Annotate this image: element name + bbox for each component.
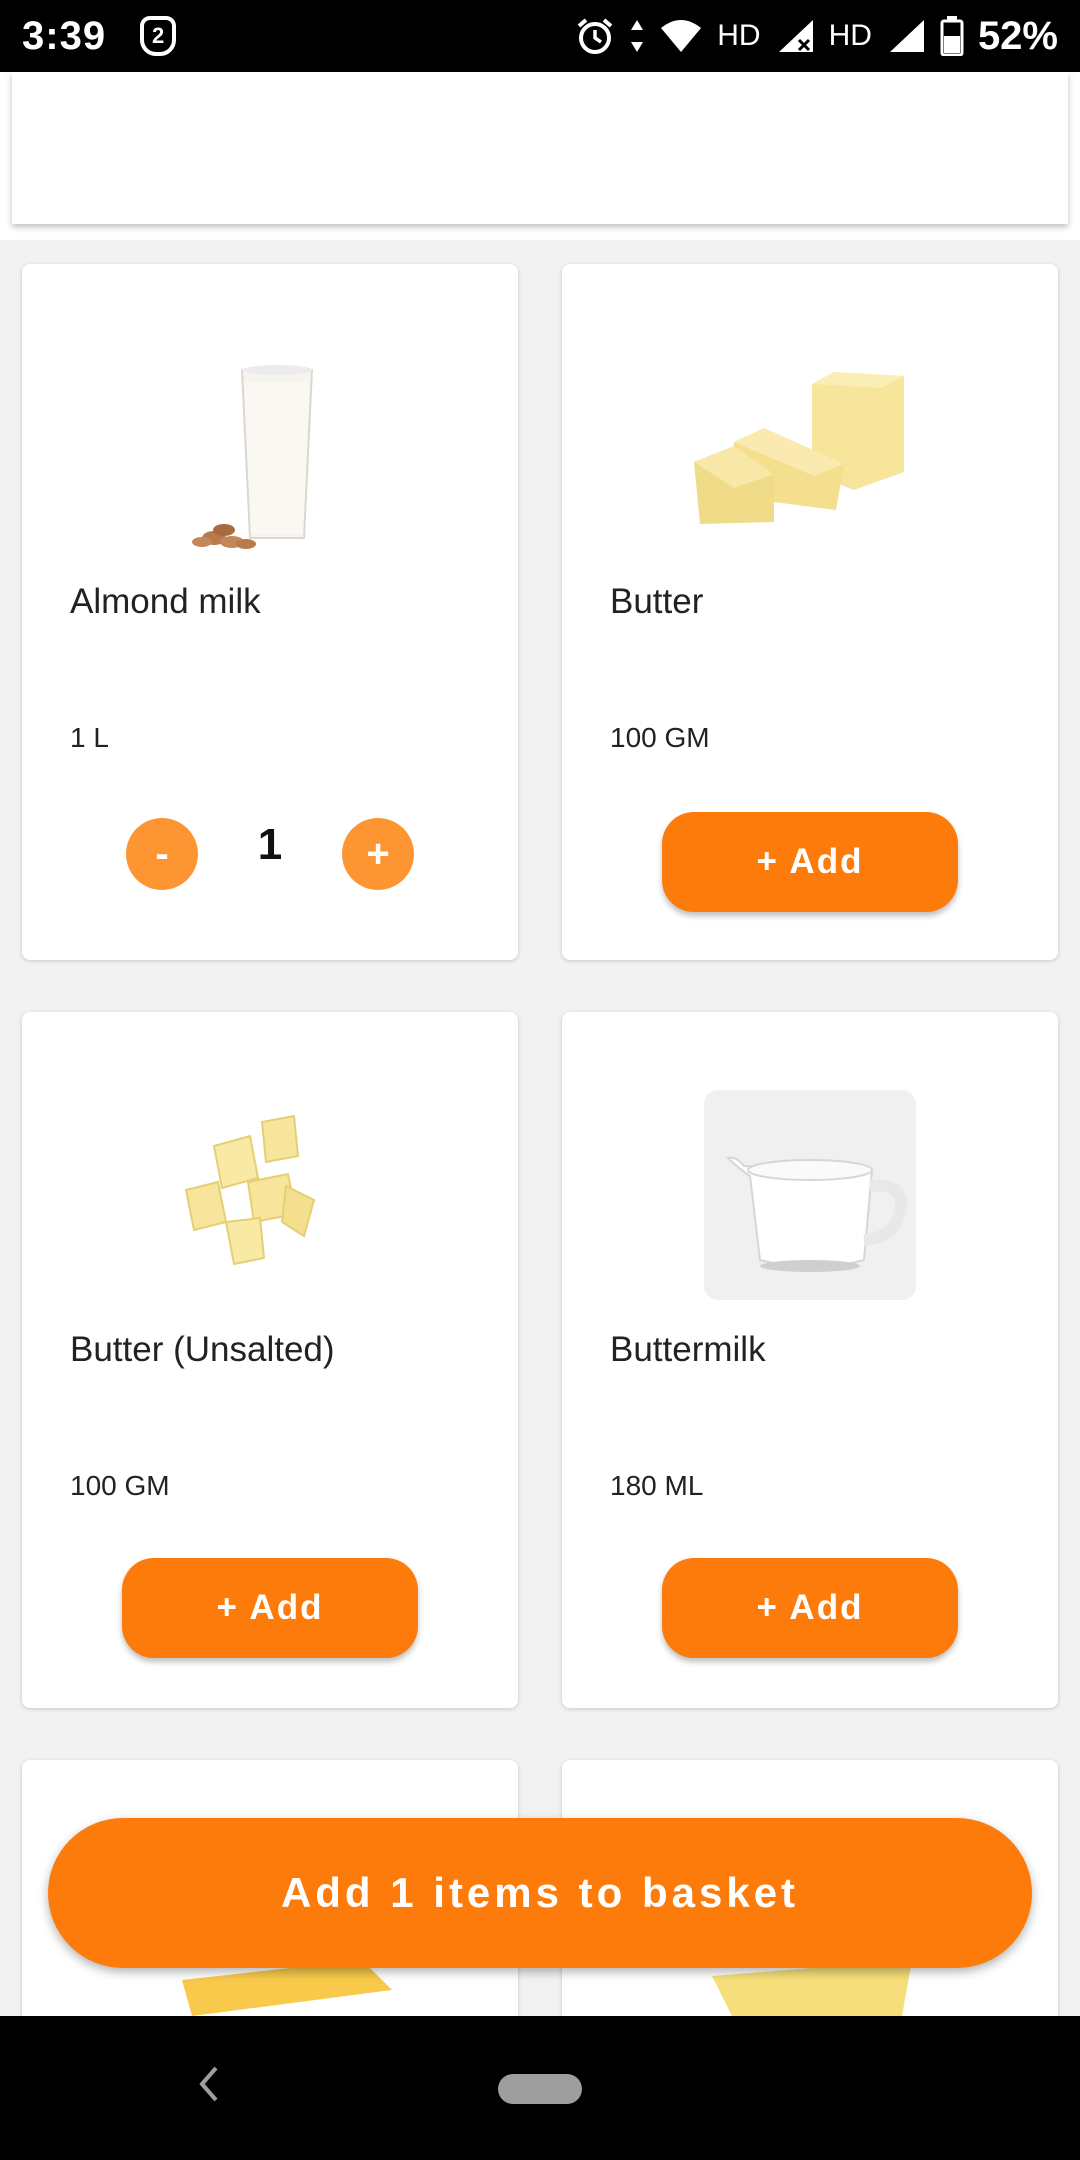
battery-percent: 52% — [977, 13, 1058, 58]
status-time: 3:39 — [22, 13, 107, 58]
product-name: Butter — [610, 582, 704, 621]
product-quantity: 100 GM — [70, 1470, 170, 1501]
status-icons: HD HD 52% — [575, 14, 1058, 59]
product-quantity: 100 GM — [610, 722, 710, 753]
network-type-label-2: HD — [828, 19, 872, 52]
navigation-bar — [0, 2016, 1080, 2160]
signal-icon-no-sim — [778, 20, 813, 52]
item-count: 1 — [257, 820, 283, 869]
increase-button[interactable]: + — [342, 818, 414, 890]
add-button[interactable]: + Add — [662, 812, 958, 912]
add-button[interactable]: + Add — [122, 1558, 418, 1658]
butter-blocks-image — [694, 372, 904, 524]
product-quantity: 180 ML — [610, 1470, 704, 1501]
alarm-icon — [577, 18, 613, 54]
header-panel — [12, 72, 1068, 224]
product-name: Almond milk — [70, 582, 261, 621]
product-card[interactable]: Almond milk 1 L - 1 + — [22, 264, 518, 960]
add-button[interactable]: + Add — [662, 1558, 958, 1658]
add-to-basket-button[interactable]: Add 1 items to basket — [48, 1818, 1032, 1968]
product-card[interactable]: Buttermilk 180 ML + Add — [562, 1012, 1058, 1708]
back-icon[interactable] — [196, 2064, 220, 2104]
home-pill-button[interactable] — [498, 2074, 582, 2104]
wifi-icon — [661, 20, 702, 52]
status-bar: 3:39 2 HD HD 52% — [0, 0, 1080, 72]
cheese-image — [182, 1960, 392, 2016]
cheese-image — [712, 1960, 912, 2016]
network-type-label: HD — [717, 19, 761, 52]
decrease-button[interactable]: - — [126, 818, 198, 890]
battery-icon — [940, 16, 964, 56]
product-name: Buttermilk — [610, 1330, 766, 1369]
notification-badge-icon: 2 — [140, 16, 177, 56]
product-quantity: 1 L — [70, 722, 109, 753]
signal-icon — [889, 20, 924, 52]
product-name: Butter (Unsalted) — [70, 1330, 335, 1369]
almond-milk-image — [192, 365, 314, 549]
butter-cubes-image — [184, 1114, 316, 1266]
data-arrows-icon — [631, 20, 644, 52]
buttermilk-jug-image — [704, 1090, 916, 1300]
product-card[interactable]: Butter 100 GM + Add — [562, 264, 1058, 960]
product-card[interactable]: Butter (Unsalted) 100 GM + Add — [22, 1012, 518, 1708]
